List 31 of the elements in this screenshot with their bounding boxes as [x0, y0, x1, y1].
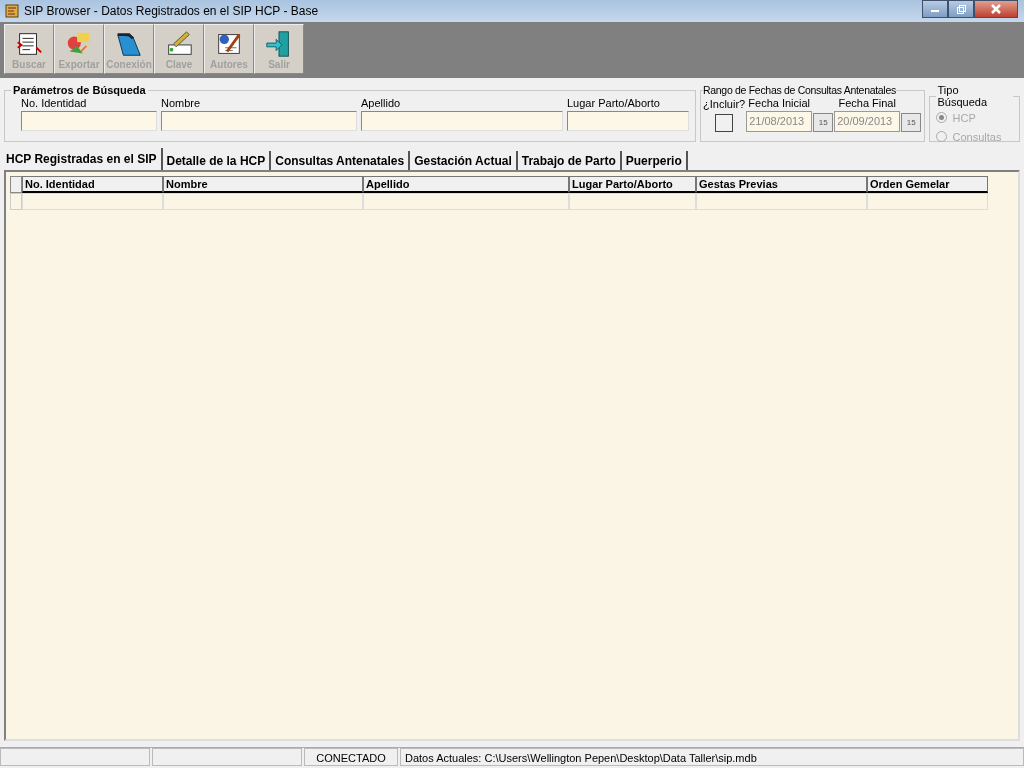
input-field[interactable] — [161, 111, 357, 131]
group-title: Parámetros de Búsqueda — [12, 84, 147, 96]
restore-icon — [956, 4, 966, 14]
column-header[interactable]: No. Identidad — [22, 176, 163, 193]
input-field[interactable] — [567, 111, 689, 131]
close-icon — [990, 4, 1002, 14]
field-label: Fecha Final — [838, 96, 896, 111]
column-header[interactable]: Gestas Previas — [696, 176, 867, 193]
window-title: SIP Browser - Datos Registrados en el SIP HCP - Base — [24, 4, 319, 18]
row-header — [10, 193, 22, 210]
close-button[interactable] — [974, 0, 1018, 18]
status-panel: Datos Actuales: C:\Users\Wellington Pepen\Desktop\Data Taller\sip.mdb — [400, 748, 1024, 766]
group-title: Tipo Búsqueda — [936, 84, 989, 108]
input-field[interactable] — [361, 111, 563, 131]
column-header[interactable]: Lugar Parto/Aborto — [569, 176, 696, 193]
field-label: Fecha Inicial — [748, 96, 811, 111]
column-header[interactable]: Nombre — [163, 176, 363, 193]
field-label: Nombre — [161, 96, 202, 111]
restore-button[interactable] — [948, 0, 974, 18]
app-icon — [5, 4, 19, 18]
field-label: ¿Incluir? — [703, 97, 746, 112]
row-header — [10, 176, 22, 193]
field-label: No. Identidad — [21, 96, 88, 111]
field-label: Apellido — [361, 96, 402, 111]
column-header[interactable]: Apellido — [363, 176, 569, 193]
column-header[interactable]: Orden Gemelar — [867, 176, 988, 193]
minimize-button[interactable] — [922, 0, 948, 18]
status-panel: CONECTADO — [304, 748, 398, 766]
input-field[interactable] — [21, 111, 157, 131]
group-title: Rango de Fechas de Consultas Antenatales — [703, 84, 896, 96]
field-label: Lugar Parto/Aborto — [567, 96, 661, 111]
